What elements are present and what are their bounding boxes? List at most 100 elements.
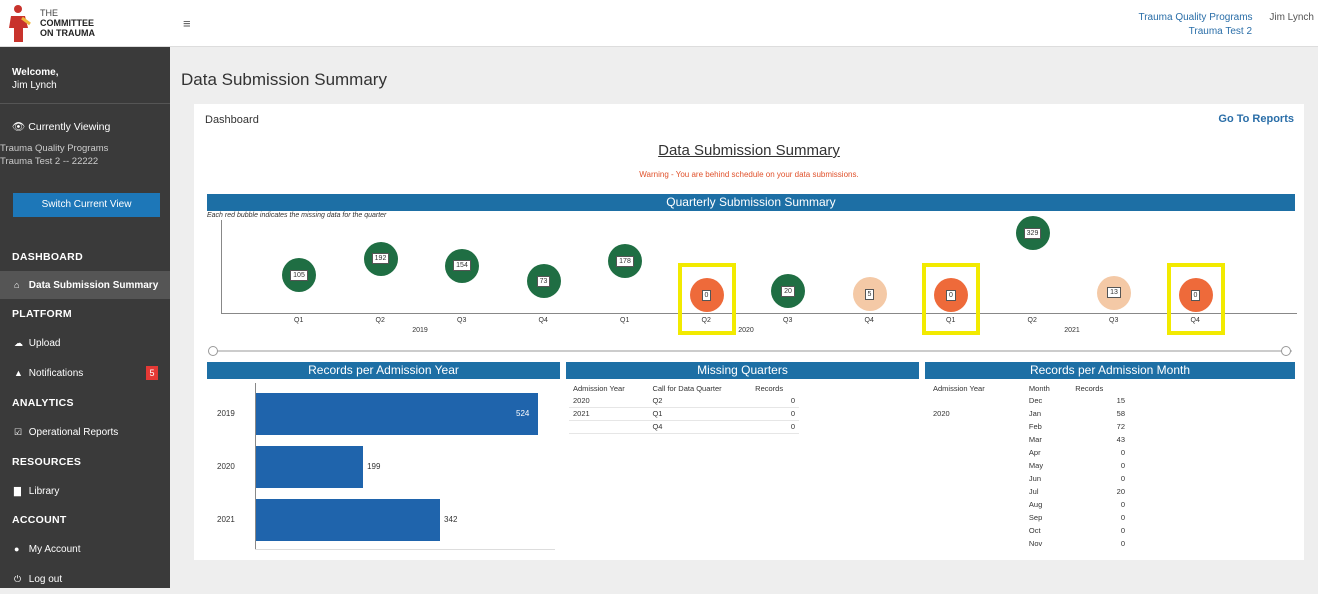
eye-icon: 👁 [12,121,26,133]
table-row: Jun 0 [929,472,1129,485]
quarter-bubble[interactable]: 178 [608,244,642,279]
logo-line3: ON TRAUMA [40,28,95,38]
table-cell: Mar [1028,435,1042,444]
sidebar-item-upload[interactable]: ☁ Upload [0,329,170,357]
year-bar-label: 2019 [217,409,235,418]
table-cell [929,420,1025,433]
missing-quarters-table: Admission Year Call for Data Quarter Recor… [569,382,799,434]
quarter-value: 73 [536,275,551,287]
quarter-bubble[interactable]: 329 [1015,216,1050,250]
user-name[interactable]: Jim Lynch [1269,12,1314,23]
acs-logo[interactable]: THE COMMITTEE ON TRAUMA [6,4,146,44]
table-cell: 0 [1120,448,1125,457]
quarter-bubble[interactable]: 73 [526,264,561,299]
page-title: Data Submission Summary [181,70,387,89]
sidebar-item-label: Log out [28,574,63,585]
table-row: Apr 0 [929,446,1129,459]
quarter-bubble[interactable]: 5 [852,277,887,312]
sidebar-item-data-submission-summary[interactable]: ⌂ Data Submission Summary [0,271,170,299]
table-row: May 0 [929,459,1129,472]
sidebar-item-library[interactable]: ▇ Library [0,477,170,505]
user-icon: ● [14,544,20,554]
quarter-value: 192 [371,253,390,265]
table-row: Oct 0 [929,524,1129,537]
table-cell: Dec [1028,396,1043,405]
quarter-bubble[interactable]: 192 [363,241,398,276]
range-slider-left-handle[interactable] [208,346,218,356]
range-slider-right-handle[interactable] [1281,346,1291,356]
quarter-value: 154 [453,260,471,272]
year-bar-label: 2020 [217,462,235,471]
sidebar-item-log-out[interactable]: ⏻ Log out [0,565,170,593]
records-month-table: Admission Year Month Records Dec 15 2020 Jan 58… [929,382,1129,550]
quarter-bubble[interactable]: 13 [1097,275,1131,310]
quarter-bubble[interactable]: 154 [445,248,479,283]
table-cell [569,420,649,434]
table-cell: Oct [1028,526,1041,535]
sidebar-item-notifications[interactable]: ▲ Notifications 5 [0,359,170,387]
table-cell: Jan [1028,409,1041,418]
missing-quarters-header: Missing Quarters [566,362,919,379]
range-slider-track[interactable] [212,350,1292,352]
table-cell: May [1028,461,1044,470]
sidebar-item-my-account[interactable]: ● My Account [0,535,170,563]
quarter-tick-label: Q4 [538,317,548,324]
table-cell: Apr [1028,448,1041,457]
welcome-block: Welcome, Jim Lynch [12,66,59,92]
table-header-row: Admission Year Call for Data Quarter Recor… [569,382,799,394]
table-header-row: Admission Year Month Records [929,382,1129,394]
quarter-value: 178 [616,255,634,267]
table-row: 2021 Q1 0 [569,407,799,421]
table-cell: Feb [1028,422,1042,431]
year-bar[interactable] [256,393,538,435]
quarter-tick-label: Q3 [783,317,793,324]
menu-toggle-icon[interactable]: ≡ [183,16,191,31]
year-bar[interactable] [256,499,441,541]
sidebar-item-operational-reports[interactable]: ☑ Operational Reports [0,418,170,446]
sidebar-item-label: Operational Reports [28,427,119,438]
go-to-reports-link[interactable]: Go To Reports [1218,113,1294,125]
table-cell [929,472,1025,485]
sidebar-item-label: Library [28,486,60,497]
switch-view-button[interactable]: Switch Current View [13,193,160,217]
table-cell: 20 [1116,487,1125,496]
table-row: 2020 Jan 58 [929,407,1129,420]
currently-viewing-label: Currently Viewing [28,121,111,133]
quarter-value: 5 [864,288,875,300]
table-cell: 0 [1120,474,1125,483]
chart-x-axis [221,313,1297,314]
year-tick-label: 2020 [738,327,754,334]
program-link[interactable]: Trauma Quality Programs [1138,12,1252,23]
table-cell [929,537,1025,550]
year-bar-value: 342 [444,515,458,524]
table-cell [929,433,1025,446]
table-row: Mar 43 [929,433,1129,446]
quarter-tick-label: Q2 [375,317,385,324]
year-bar-value: 199 [367,462,381,471]
table-row: 2020 Q2 0 [569,394,799,408]
bar-chart-baseline [255,549,555,550]
table-row: Q4 0 [569,420,799,434]
quarter-bubble[interactable]: 20 [771,274,805,309]
quarter-value: 105 [290,269,308,281]
records-year-chart: 2019 524 2020 199 2021 342 [207,380,557,555]
quarter-bubble[interactable]: 105 [282,258,316,293]
table-header-cell: Call for Data Quarter [652,383,722,393]
year-bar[interactable] [256,446,364,488]
table-row: Aug 0 [929,498,1129,511]
chart-y-axis [221,220,222,314]
table-cell [929,394,1025,407]
quarter-tick-label: Q2 [1027,317,1037,324]
divider [0,103,170,104]
context-link[interactable]: Trauma Test 2 [1138,26,1252,37]
quarter-tick-label: Q4 [864,317,874,324]
sidebar-item-label: My Account [28,544,81,555]
table-cell: Jul [1028,487,1039,496]
quarter-tick-label: Q1 [620,317,630,324]
quarter-tick-label: Q3 [457,317,467,324]
year-tick-label: 2021 [1064,327,1080,334]
section-analytics: ANALYTICS [12,397,74,409]
sidebar: Welcome, Jim Lynch 👁 Currently Viewing T… [0,47,170,588]
missing-quarter-highlight [677,263,736,335]
table-header-cell: Records [1075,383,1104,393]
